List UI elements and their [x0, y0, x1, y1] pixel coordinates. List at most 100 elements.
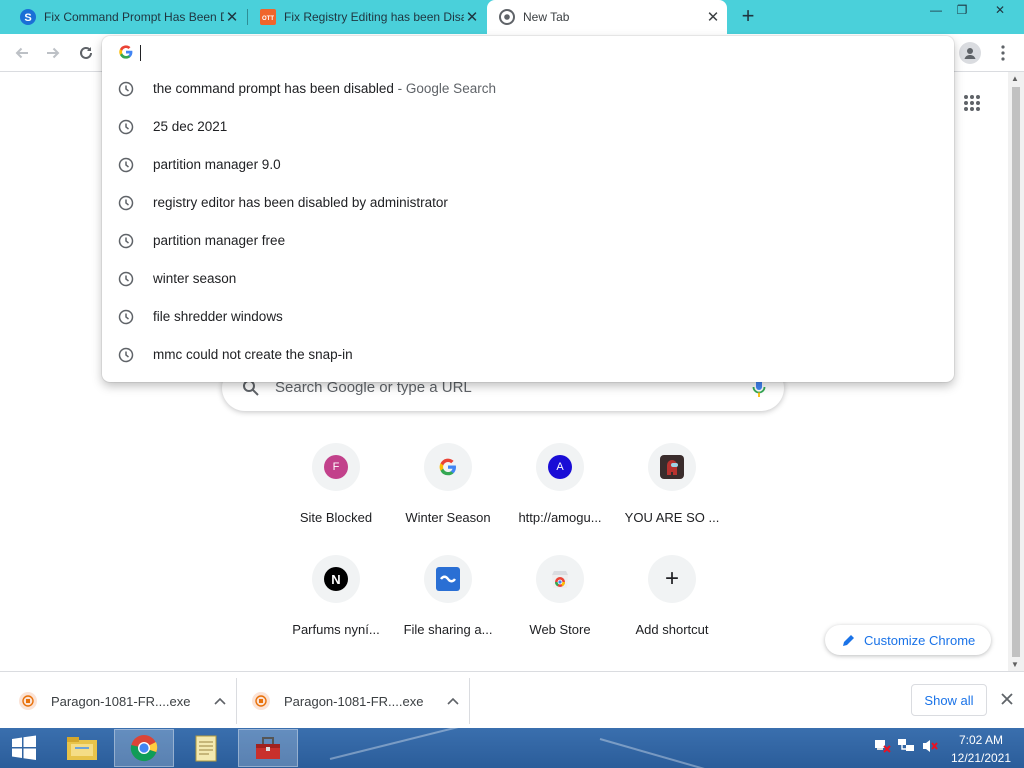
more-vert-icon — [1001, 45, 1005, 61]
tab-fix-registry-editing[interactable]: OTT Fix Registry Editing has been Disabl… — [248, 0, 486, 34]
taskbar-chrome[interactable] — [114, 729, 174, 767]
shortcut-site-blocked[interactable]: F Site Blocked — [280, 443, 392, 543]
show-all-button[interactable]: Show all — [911, 684, 987, 716]
forward-button[interactable] — [41, 41, 65, 65]
file-sharing-icon — [436, 567, 460, 591]
shortcut-parfums[interactable]: N Parfums nyní... — [280, 555, 392, 655]
chrome-icon — [499, 9, 515, 25]
svg-text:S: S — [24, 12, 31, 24]
wallpaper-streak — [329, 728, 544, 760]
shortcut-amogus[interactable]: A http://amogu... — [504, 443, 616, 543]
s-letter-icon: S — [20, 9, 36, 25]
page-scrollbar[interactable]: ▲ ▼ — [1008, 72, 1024, 671]
suggestion-item[interactable]: partition manager 9.0 — [102, 146, 954, 184]
tab-title: New Tab — [523, 10, 570, 24]
suggestion-item[interactable]: file shredder windows — [102, 298, 954, 336]
shortcut-label: http://amogu... — [518, 510, 602, 525]
suggestion-text: 25 dec 2021 — [153, 119, 228, 134]
chrome-icon — [130, 735, 158, 762]
shortcut-label: Add shortcut — [635, 622, 709, 637]
scroll-down-arrow-icon[interactable]: ▼ — [1011, 660, 1019, 669]
tab-strip: S Fix Command Prompt Has Been Disabled ✕… — [0, 0, 1024, 34]
network-error-icon[interactable] — [873, 736, 893, 756]
taskbar-clock-date[interactable]: 12/21/2021 — [948, 751, 1014, 765]
suggestion-item[interactable]: 25 dec 2021 — [102, 108, 954, 146]
chrome-menu-button[interactable] — [993, 42, 1013, 64]
history-clock-icon — [118, 81, 134, 97]
new-tab-button[interactable]: + — [736, 5, 760, 29]
taskbar-clock-time[interactable]: 7:02 AM — [952, 733, 1010, 747]
start-button[interactable] — [0, 729, 48, 767]
shortcut-winter-season[interactable]: Winter Season — [392, 443, 504, 543]
google-apps-icon[interactable] — [963, 94, 981, 112]
svg-text:OTT: OTT — [262, 16, 274, 22]
pencil-icon — [843, 635, 854, 646]
tab-fix-command-prompt[interactable]: S Fix Command Prompt Has Been Disabled ✕ — [8, 0, 246, 34]
history-clock-icon — [118, 195, 134, 211]
forward-arrow-icon — [47, 47, 60, 59]
chevron-up-icon[interactable] — [214, 697, 227, 705]
download-filename: Paragon-1081-FR....exe — [284, 693, 424, 709]
google-g-icon — [439, 458, 456, 476]
omnibox-dropdown: the command prompt has been disabled - G… — [102, 36, 954, 382]
suggestion-text: mmc could not create the snap-in — [153, 347, 353, 362]
suggestion-item[interactable]: registry editor has been disabled by adm… — [102, 184, 954, 222]
shortcut-web-store[interactable]: Web Store — [504, 555, 616, 655]
google-g-icon — [119, 45, 133, 59]
suggestion-item[interactable]: the command prompt has been disabled - G… — [102, 70, 954, 108]
back-arrow-icon — [15, 47, 28, 59]
suggestion-item[interactable]: winter season — [102, 260, 954, 298]
taskbar-notepad[interactable] — [176, 729, 236, 767]
close-tab-icon[interactable]: ✕ — [705, 9, 721, 26]
chevron-up-icon[interactable] — [447, 697, 460, 705]
shortcut-file-sharing[interactable]: File sharing a... — [392, 555, 504, 655]
connection-icon[interactable] — [896, 736, 916, 756]
close-tab-icon[interactable]: ✕ — [464, 9, 480, 26]
download-separator — [469, 678, 470, 724]
download-filename: Paragon-1081-FR....exe — [51, 693, 191, 709]
download-separator — [236, 678, 237, 724]
suggestion-text: winter season — [153, 271, 237, 286]
profile-button[interactable] — [959, 42, 981, 64]
close-download-bar-icon[interactable] — [998, 690, 1016, 708]
download-file-icon — [252, 692, 270, 710]
n-letter-icon: N — [324, 567, 348, 591]
history-clock-icon — [118, 271, 134, 287]
shortcut-you-are-so[interactable]: YOU ARE SO ... — [616, 443, 728, 543]
scroll-up-arrow-icon[interactable]: ▲ — [1011, 74, 1019, 83]
close-tab-icon[interactable]: ✕ — [224, 9, 240, 26]
toolbox-icon — [256, 737, 280, 759]
reload-icon — [80, 46, 92, 59]
customize-chrome-label: Customize Chrome — [864, 632, 976, 648]
shortcut-label: File sharing a... — [403, 622, 493, 637]
download-item[interactable]: Paragon-1081-FR....exe — [19, 678, 227, 724]
shortcut-label: Site Blocked — [299, 510, 373, 525]
scrollbar-thumb[interactable] — [1012, 87, 1020, 657]
shortcut-add[interactable]: + Add shortcut — [616, 555, 728, 655]
suggestion-text: file shredder windows — [153, 309, 283, 324]
download-file-icon — [19, 692, 37, 710]
back-button[interactable] — [10, 41, 34, 65]
maximize-button[interactable]: ❐ — [947, 0, 977, 22]
suggestion-text: the command prompt has been disabled — [153, 81, 394, 96]
shortcut-label: YOU ARE SO ... — [624, 510, 720, 525]
close-window-button[interactable]: ✕ — [982, 0, 1018, 22]
download-item[interactable]: Paragon-1081-FR....exe — [252, 678, 460, 724]
history-clock-icon — [118, 157, 134, 173]
suggestion-text: partition manager free — [153, 233, 286, 248]
volume-muted-icon[interactable] — [920, 736, 940, 756]
customize-chrome-button[interactable]: Customize Chrome — [825, 625, 991, 655]
address-bar-caret[interactable] — [140, 45, 141, 61]
tab-new-tab[interactable]: New Tab ✕ — [487, 0, 727, 34]
reload-button[interactable] — [74, 41, 98, 65]
windows-taskbar — [0, 728, 1024, 768]
suggestion-text: registry editor has been disabled by adm… — [153, 195, 448, 210]
suggestion-item[interactable]: mmc could not create the snap-in — [102, 336, 954, 374]
taskbar-toolbox[interactable] — [238, 729, 298, 767]
web-store-icon — [552, 571, 568, 588]
suggestion-item[interactable]: partition manager free — [102, 222, 954, 260]
taskbar-file-explorer[interactable] — [52, 729, 112, 767]
windows-logo-icon — [12, 735, 36, 760]
history-clock-icon — [118, 119, 134, 135]
notepad-icon — [195, 735, 217, 762]
